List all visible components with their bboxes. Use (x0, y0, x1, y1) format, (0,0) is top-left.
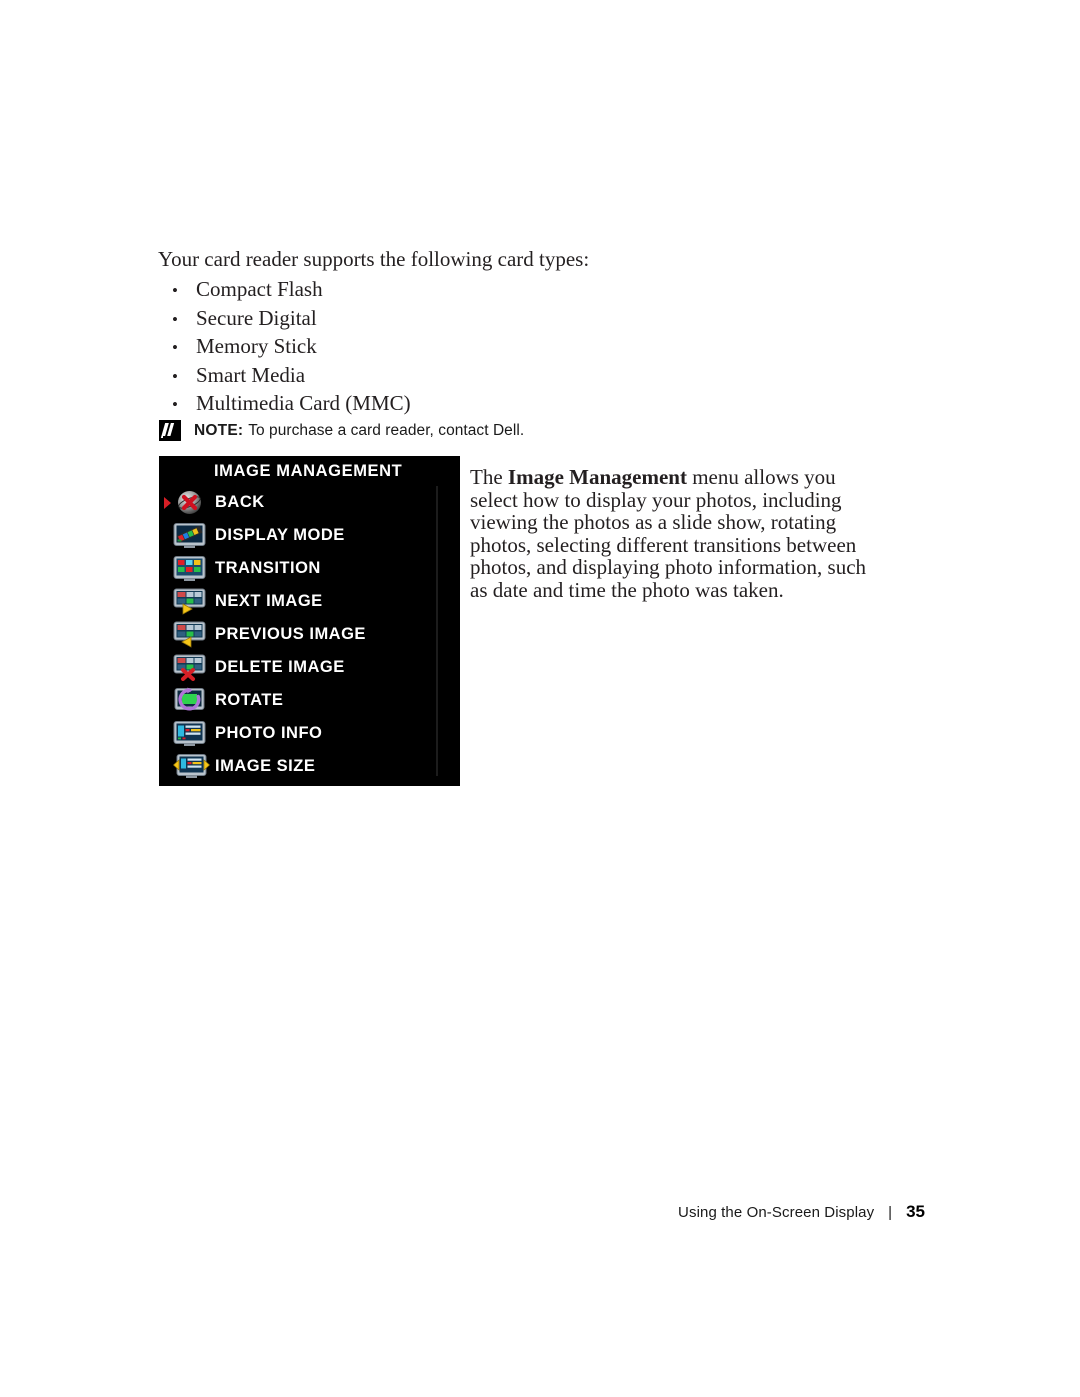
list-item-label: Smart Media (196, 362, 306, 387)
list-item-label: Memory Stick (196, 334, 317, 358)
osd-item-label: BACK (215, 493, 265, 511)
osd-menu-title: IMAGE MANAGEMENT (214, 462, 403, 480)
bullet-glyph: • (172, 281, 178, 300)
bullet-glyph: • (172, 309, 178, 329)
osd-item-next-image[interactable]: NEXT IMAGE (159, 585, 460, 618)
description-lead: The (470, 465, 508, 489)
back-cancel-icon (173, 489, 206, 516)
rotate-circular-arrow-icon (173, 687, 206, 714)
osd-item-delete-image[interactable]: DELETE IMAGE (159, 651, 460, 684)
osd-item-label: PREVIOUS IMAGE (215, 625, 366, 643)
bullet-glyph: • (172, 395, 178, 414)
note-label: NOTE: (194, 421, 244, 439)
osd-item-display-mode[interactable]: DISPLAY MODE (159, 519, 460, 552)
previous-image-arrow-icon (173, 621, 206, 648)
osd-item-transition[interactable]: TRANSITION (159, 552, 460, 585)
delete-image-x-icon (173, 654, 206, 681)
list-item: • Compact Flash (158, 275, 498, 304)
osd-item-back[interactable]: BACK (159, 486, 460, 519)
osd-item-label: DELETE IMAGE (215, 658, 345, 676)
osd-menu-panel: IMAGE MANAGEMENT BACK DISPLAY MODE TRANS… (159, 456, 460, 786)
list-item: • Secure Digital (158, 304, 498, 333)
footer-section-title: Using the On-Screen Display (678, 1203, 875, 1221)
osd-item-image-size[interactable]: IMAGE SIZE (159, 750, 460, 783)
photo-info-icon (173, 720, 206, 747)
intro-paragraph: Your card reader supports the following … (158, 247, 590, 271)
transition-grid-icon (173, 555, 206, 582)
card-types-list: • Compact Flash • Secure Digital • Memor… (158, 275, 498, 418)
list-item-label: Multimedia Card (MMC) (196, 391, 411, 415)
page-footer: Using the On-Screen Display | 35 (0, 1200, 1080, 1224)
image-management-description: The Image Management menu allows you sel… (470, 466, 870, 602)
bullet-glyph: • (172, 338, 178, 357)
osd-item-photo-info[interactable]: PHOTO INFO (159, 717, 460, 750)
osd-item-label: PHOTO INFO (215, 724, 323, 742)
list-item: • Memory Stick (158, 332, 498, 361)
osd-item-label: ROTATE (215, 691, 284, 709)
osd-item-rotate[interactable]: ROTATE (159, 684, 460, 717)
list-item: • Multimedia Card (MMC) (158, 389, 498, 418)
list-item-label: Compact Flash (196, 277, 323, 301)
bullet-glyph: • (172, 366, 178, 386)
osd-item-label: TRANSITION (215, 559, 321, 577)
footer-separator: | (888, 1203, 893, 1221)
note-text: To purchase a card reader, contact Dell. (248, 421, 525, 439)
note-pencil-icon (159, 420, 181, 441)
list-item: • Smart Media (158, 361, 498, 390)
list-item-label: Secure Digital (196, 305, 317, 330)
selection-arrow-icon (164, 496, 171, 509)
description-bold-term: Image Management (507, 465, 687, 489)
page-number: 35 (906, 1202, 925, 1221)
display-mode-filmstrip-icon (173, 522, 206, 549)
osd-item-label: NEXT IMAGE (215, 592, 323, 610)
osd-item-previous-image[interactable]: PREVIOUS IMAGE (159, 618, 460, 651)
osd-menu-list: BACK DISPLAY MODE TRANSITION NEXT IMAGE … (159, 486, 460, 783)
next-image-arrow-icon (173, 588, 206, 615)
osd-item-label: DISPLAY MODE (215, 526, 345, 544)
note-callout: NOTE: To purchase a card reader, contact… (159, 420, 524, 441)
image-size-arrows-icon (172, 753, 211, 780)
osd-item-label: IMAGE SIZE (215, 757, 316, 775)
